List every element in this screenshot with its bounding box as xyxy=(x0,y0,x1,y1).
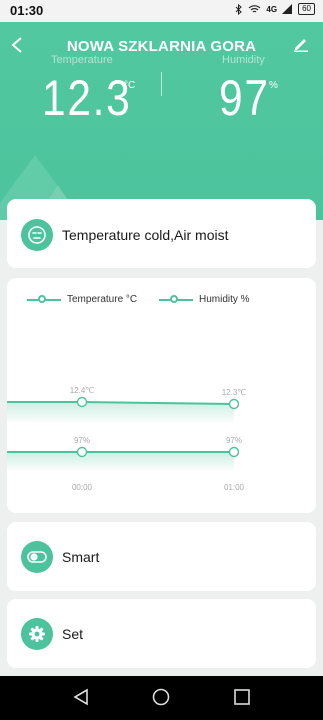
humidity-label: Humidity xyxy=(222,54,265,66)
temperature-label: Temperature xyxy=(51,54,113,66)
nav-back-button[interactable] xyxy=(72,688,92,708)
data-point xyxy=(228,398,240,410)
clock: 01:30 xyxy=(10,3,44,18)
data-label: 97% xyxy=(74,436,90,445)
data-point xyxy=(76,446,88,458)
battery-indicator: 60 xyxy=(298,3,315,15)
bluetooth-icon xyxy=(236,3,243,15)
smart-mode-card[interactable]: Smart xyxy=(7,522,316,591)
nav-home-button[interactable] xyxy=(152,688,172,708)
header-panel: NOWA SZKLARNIA GORA Temperature 12.3 °C … xyxy=(0,22,323,220)
x-tick-label: 01:00 xyxy=(224,483,245,492)
humidity-value: 97 xyxy=(219,70,270,126)
chart-card: Temperature °C Humidity % 12.4℃ 12.3℃ 97% 9… xyxy=(7,278,316,513)
set-label: Set xyxy=(62,626,84,642)
humidity-unit: % xyxy=(269,80,278,91)
edit-button[interactable] xyxy=(293,36,313,58)
line-chart: 12.4℃ 12.3℃ 97% 97% 00:00 01:00 xyxy=(7,386,247,492)
data-point xyxy=(76,396,88,408)
temperature-unit: °C xyxy=(124,80,136,91)
metric-divider xyxy=(161,72,162,96)
data-label: 12.4℃ xyxy=(70,386,95,395)
back-icon xyxy=(73,688,88,706)
face-icon xyxy=(21,219,53,251)
status-icons: 4G 60 xyxy=(235,3,315,15)
data-label: 12.3℃ xyxy=(222,388,247,397)
pencil-icon xyxy=(294,39,308,52)
condition-text: Temperature cold,Air moist xyxy=(62,227,229,243)
recents-icon xyxy=(234,689,250,705)
data-point xyxy=(228,446,240,458)
system-nav-bar xyxy=(0,676,323,720)
home-icon xyxy=(152,688,170,706)
network-type: 4G xyxy=(266,4,278,14)
series-area xyxy=(7,452,234,472)
series-area xyxy=(7,402,234,424)
set-card[interactable]: Set xyxy=(7,599,316,668)
wifi-icon xyxy=(249,5,261,13)
x-tick-label: 00:00 xyxy=(72,483,93,492)
gear-icon xyxy=(21,618,53,650)
signal-icon xyxy=(282,4,293,14)
status-card: Temperature cold,Air moist xyxy=(7,199,316,268)
toggle-icon xyxy=(21,541,53,573)
temperature-value: 12.3 xyxy=(42,70,132,126)
chevron-left-icon xyxy=(11,37,22,53)
data-label: 97% xyxy=(226,436,242,445)
back-button[interactable] xyxy=(10,36,30,58)
page-title: NOWA SZKLARNIA GORA xyxy=(66,38,257,55)
status-bar: 01:30 4G 60 xyxy=(0,0,323,22)
nav-recents-button[interactable] xyxy=(233,688,253,708)
smart-label: Smart xyxy=(62,549,100,565)
